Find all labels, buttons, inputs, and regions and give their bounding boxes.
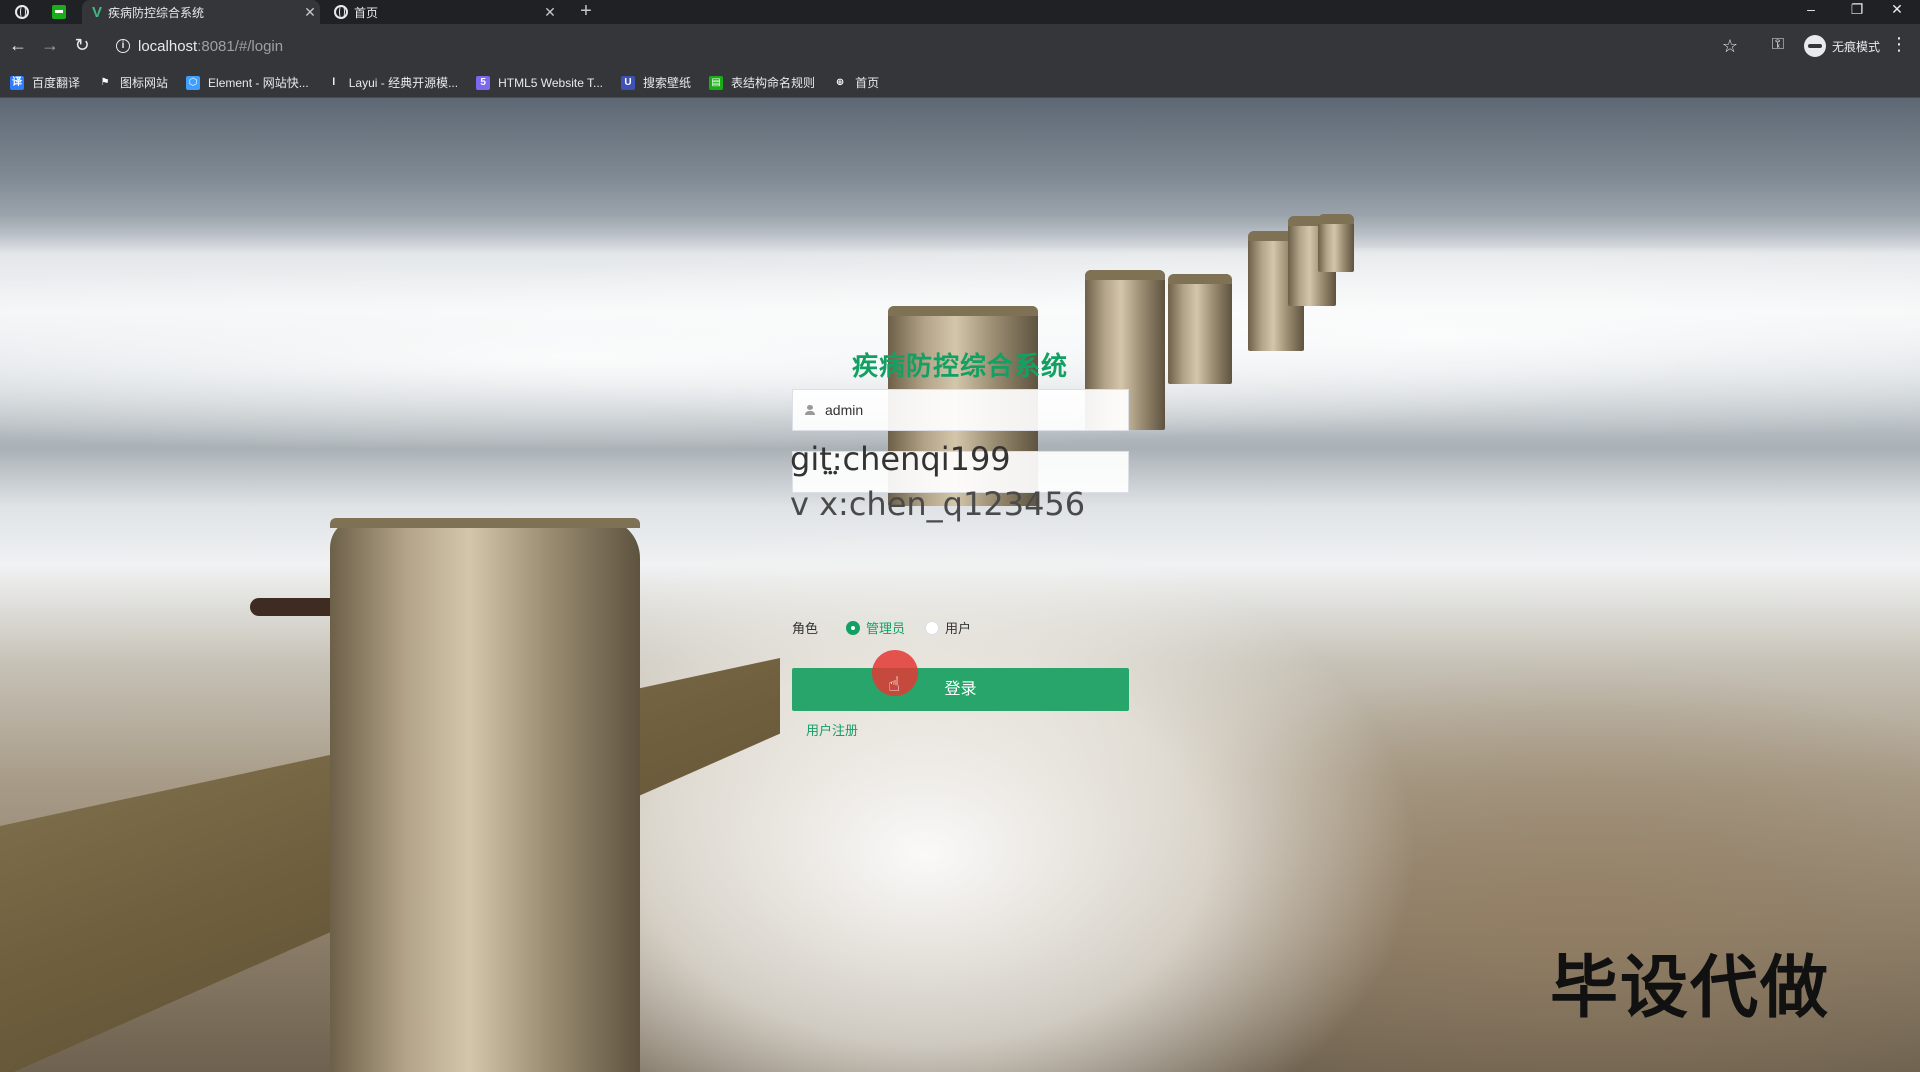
bookmarks-bar: 译百度翻译 ⚑ 图标网站 ⬡ Element - 网站快... l Layui - 经典开源… (0, 68, 1920, 98)
bookmark-label: 表结构命名规则 (731, 76, 816, 90)
login-page (0, 98, 1920, 1072)
incognito-indicator[interactable]: 无痕模式 (1803, 34, 1880, 58)
hand-cursor-icon: ☝ (888, 674, 901, 696)
bookmark-item[interactable]: ⬡ Element - 网站快... (186, 74, 309, 91)
register-link[interactable]: 用户注册 (806, 720, 858, 739)
back-button[interactable]: ← (6, 34, 30, 58)
password-key-icon[interactable]: ⚿ (1772, 36, 1784, 54)
layui-icon: l (326, 75, 341, 90)
watermark-text: 毕设代做 (1550, 950, 1831, 1026)
globe-icon: ⊕ (833, 75, 848, 90)
close-tab-icon[interactable]: ✕ (540, 4, 560, 21)
close-tab-icon[interactable]: ✕ (300, 4, 320, 21)
close-window-button[interactable]: ✕ (1874, 0, 1920, 20)
bookmark-item[interactable]: ⚑ 图标网站 (98, 74, 168, 91)
url-path: :8081/#/login (197, 37, 284, 55)
browser-toolbar: ← → ↻ i localhost:8081/#/login ☆ ⚿ 无痕模式 … (0, 24, 1920, 68)
radio-unchecked-icon[interactable] (925, 620, 940, 635)
globe-icon (334, 5, 348, 19)
bookmark-label: HTML5 Website T... (498, 75, 604, 90)
new-tab-button[interactable]: + (574, 0, 598, 24)
login-button[interactable]: 登录 (792, 668, 1129, 711)
flag-icon: ⚑ (98, 75, 113, 90)
tab-home[interactable]: 首页 ✕ (326, 0, 560, 24)
bookmark-item[interactable]: U 搜索壁纸 (621, 74, 691, 91)
site-info-icon[interactable]: i (116, 39, 130, 53)
bookmark-label: Layui - 经典开源模... (348, 76, 459, 90)
minimize-button[interactable]: – (1788, 0, 1834, 20)
username-input[interactable] (825, 390, 1128, 430)
username-field[interactable] (792, 389, 1129, 431)
overlay-contact-git: git:chenqi199 (790, 440, 1011, 478)
role-user-label: 用户 (945, 621, 972, 636)
profile-globe-icon[interactable] (15, 5, 29, 19)
address-bar[interactable]: i localhost:8081/#/login (104, 28, 1762, 64)
bookmark-label: 搜索壁纸 (643, 76, 692, 90)
bookmark-item[interactable]: 译百度翻译 (10, 74, 80, 91)
tab-system[interactable]: V 疾病防控综合系统 ✕ (82, 0, 320, 24)
element-icon: ⬡ (186, 75, 201, 90)
tab-title: 首页 (354, 5, 379, 20)
role-selector: 角色 管理员 用户 (792, 618, 991, 637)
background-rusty-bolt (250, 598, 340, 616)
pinned-tab-icon[interactable] (52, 5, 66, 19)
forward-button[interactable]: → (38, 34, 62, 58)
role-admin-label: 管理员 (866, 621, 906, 636)
bookmark-label: Element - 网站快... (208, 76, 309, 90)
bookmark-star-icon[interactable]: ☆ (1722, 36, 1738, 57)
overlay-contact-wx: v x:chen_q123456 (790, 485, 1086, 523)
wallpaper-icon: U (621, 75, 636, 90)
menu-kebab-icon[interactable]: ⋮ (1890, 34, 1908, 55)
baidu-translate-icon: 译 (10, 75, 24, 90)
bookmark-label: 首页 (855, 76, 880, 90)
tab-title: 疾病防控综合系统 (108, 5, 205, 20)
bookmark-item[interactable]: ⊕ 首页 (833, 74, 879, 91)
login-title: 疾病防控综合系统 (851, 351, 1068, 381)
role-label: 角色 (792, 621, 819, 636)
background-post (1168, 274, 1232, 384)
background-big-post (330, 518, 640, 1072)
bookmark-label: 图标网站 (120, 76, 169, 90)
vue-logo-icon: V (92, 3, 103, 21)
bookmark-item[interactable]: ▤ 表结构命名规则 (709, 74, 815, 91)
user-icon (805, 405, 815, 415)
role-radio-user[interactable]: 用户 (925, 618, 971, 637)
bookmark-item[interactable]: l Layui - 经典开源模... (326, 74, 459, 91)
radio-checked-icon[interactable] (846, 620, 860, 635)
url-host: localhost (138, 37, 198, 55)
tab-strip: V 疾病防控综合系统 ✕ 首页 ✕ + – ❐ ✕ (0, 0, 1920, 24)
role-radio-admin[interactable]: 管理员 (846, 618, 905, 637)
html5-icon: 5 (476, 75, 491, 90)
background-surf (520, 518, 1420, 1072)
incognito-label: 无痕模式 (1831, 39, 1880, 54)
bookmark-label: 百度翻译 (32, 76, 81, 90)
doc-icon: ▤ (709, 75, 724, 90)
bookmark-item[interactable]: 5 HTML5 Website T... (476, 75, 604, 90)
background-post (1318, 214, 1354, 272)
incognito-icon (1803, 35, 1826, 57)
reload-button[interactable]: ↻ (70, 34, 94, 58)
